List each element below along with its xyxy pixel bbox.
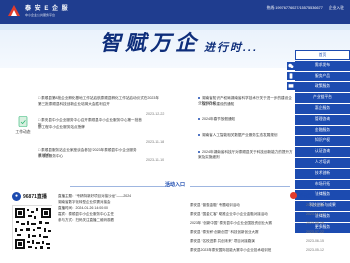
activity-date: 2023-05-12 (306, 248, 324, 252)
platform-icon (290, 192, 297, 199)
platform-activities-title: 平台活动 (299, 192, 317, 198)
activities-section-title: 活动入口 (164, 182, 185, 188)
news-item[interactable]: 部工程中小企业服务站点授牌 (38, 125, 143, 130)
activity-title: 泰安县 “国金汇客” 助推企业中小企业金融对接活动 (190, 212, 268, 216)
live-desc-line: 直播时间：2024-01-26 14:00:00 (58, 206, 108, 210)
activity-title: 泰安县 “泰安杯·创新创意” 科技创新创业大赛 (190, 230, 259, 234)
activity-row[interactable]: 泰安县 “泰安杯·创新创意” 科技创新创业大赛 2023-07-22 (190, 230, 340, 235)
hero-title: 智赋万企 进行时... (100, 32, 258, 56)
live-stream-title: 96871直播 (23, 194, 47, 200)
nav-item-certification[interactable]: 认证咨询 (295, 147, 350, 157)
nav-item-demand[interactable]: 需求发布 (295, 60, 350, 71)
nav-item-tech-innovation[interactable]: 技术创新 (295, 168, 350, 179)
nav-item-ip[interactable]: 知识产权 (295, 136, 350, 147)
activity-date: 2023-11-10 (306, 212, 324, 216)
live-desc-line: 嘉宾：泰顺县中小企业服务中心主任 (58, 212, 114, 216)
top-bar: 泰 安 E 企 服 中小企业公共服务平台 热线:19976776027/1557… (0, 0, 350, 24)
news-item[interactable]: □ 泰顺县第8批企业孵化基地工作站启航泰顺县孵化工作站启动仪式在2023年 (38, 96, 178, 101)
activity-row[interactable]: 泰安县 “名校进泰 共创未来” 项目对接路演 2023-06-15 (190, 239, 340, 244)
bullet-icon (198, 134, 200, 137)
nav-item-consulting[interactable]: 管理咨询 (295, 114, 350, 125)
logo-subtitle: 中小企业公共服务平台 (25, 13, 56, 17)
nav-item-policy[interactable]: 政策服务 (295, 82, 350, 93)
news-item[interactable]: 第三批泰顺县科技创新企业培育大会胜利召开 (38, 102, 178, 107)
login-link[interactable]: 企业入驻 (329, 6, 344, 11)
nav-item-industry-chain[interactable]: 产业链平台 (295, 93, 350, 103)
activity-date: 2023-06-15 (306, 239, 324, 243)
live-desc-line: 湖南省数字化转型企业供需对接会 (58, 200, 111, 204)
policy-item[interactable]: 2024年湖南省科技厅对泰顺县关于科技创新能力的提升方案及实施细则 (198, 150, 293, 160)
bullet-icon (198, 118, 200, 121)
policy-item[interactable]: 2024年春节放假通知 (198, 117, 293, 122)
phone-icon[interactable] (287, 72, 295, 80)
activity-date: 2023-08-16 (306, 221, 324, 225)
activity-row[interactable]: 泰安县 “普惠金融” 专题培训活动 2023-11-15 (190, 203, 340, 208)
live-desc-line: 直播主题：“专精特新好项目对接沙龙”——2024 (58, 194, 132, 198)
activity-row[interactable]: 泰安县 “国金汇客” 助推企业中小企业金融对接活动 2023-11-10 (190, 212, 340, 217)
live-stream-header: ● 96871直播 (12, 192, 47, 201)
activity-row[interactable]: 2023年 “创新中国” 泰安县中小企业全国投资创业大赛 2023-08-16 (190, 221, 340, 226)
platform-activities-header: 平台活动 (290, 192, 317, 199)
message-icon[interactable] (287, 82, 295, 90)
qr-code-image (12, 205, 53, 251)
activity-row[interactable]: 泰安县2023年泰安国际技能大赛中小企业技术培训班 2023-05-12 (190, 248, 340, 253)
news-date: 2023-11-10 (146, 158, 165, 162)
document-check-icon (16, 115, 30, 129)
nav-item-training[interactable]: 人才培训 (295, 157, 350, 168)
work-news-icon-block[interactable]: 工作动态 (10, 115, 36, 135)
nav-item-benefit[interactable]: 惠企服务 (295, 103, 350, 114)
news-date: 2023-11-18 (146, 140, 165, 144)
bullet-icon (198, 97, 200, 100)
logo-name: 泰 安 E 企 服 (25, 6, 69, 12)
news-date: 2023-12-22 (146, 112, 165, 116)
site-logo[interactable]: 泰 安 E 企 服 中小企业公共服务平台 (6, 3, 69, 19)
nav-item-products[interactable]: 服务产品 (295, 71, 350, 82)
activity-title: 泰安县2023年泰安国际技能大赛中小企业技术培训班 (190, 248, 272, 252)
hero-main-text: 智赋万企 (100, 32, 200, 55)
live-icon: ● (12, 192, 21, 201)
work-news-label: 工作动态 (15, 130, 31, 134)
policy-item[interactable]: 保护体系建设的通知 (202, 102, 297, 107)
hotline-text: 热线:19976776027/15575536677 (266, 6, 323, 10)
nav-item-finance[interactable]: 金融服务 (295, 125, 350, 136)
bullet-icon (198, 151, 200, 154)
activity-title: 泰安县 “普惠金融” 专题培训活动 (190, 203, 240, 207)
top-right-links: 热线:19976776027/15575536677 企业入驻 (267, 6, 344, 11)
policy-item[interactable]: 湖南省人工智能相关数据产业服务生态发展规划 (198, 133, 293, 138)
hero-sub-text: 进行时... (204, 42, 259, 54)
live-desc-line: 参与方式：扫码关注直播二维码观看 (58, 218, 114, 222)
activity-title: 泰安县 “名校进泰 共创未来” 项目对接路演 (190, 239, 255, 243)
wechat-icon[interactable] (287, 62, 295, 70)
news-item[interactable]: 泰顺县服务中心 (38, 154, 143, 159)
activity-date: 2023-07-22 (306, 230, 324, 234)
logo-mark-icon (6, 3, 22, 19)
nav-item-home[interactable]: 首页 (295, 50, 350, 60)
activity-title: 2023年 “创新中国” 泰安县中小企业全国投资创业大赛 (190, 221, 273, 225)
activity-date: 2023-11-15 (306, 203, 324, 207)
